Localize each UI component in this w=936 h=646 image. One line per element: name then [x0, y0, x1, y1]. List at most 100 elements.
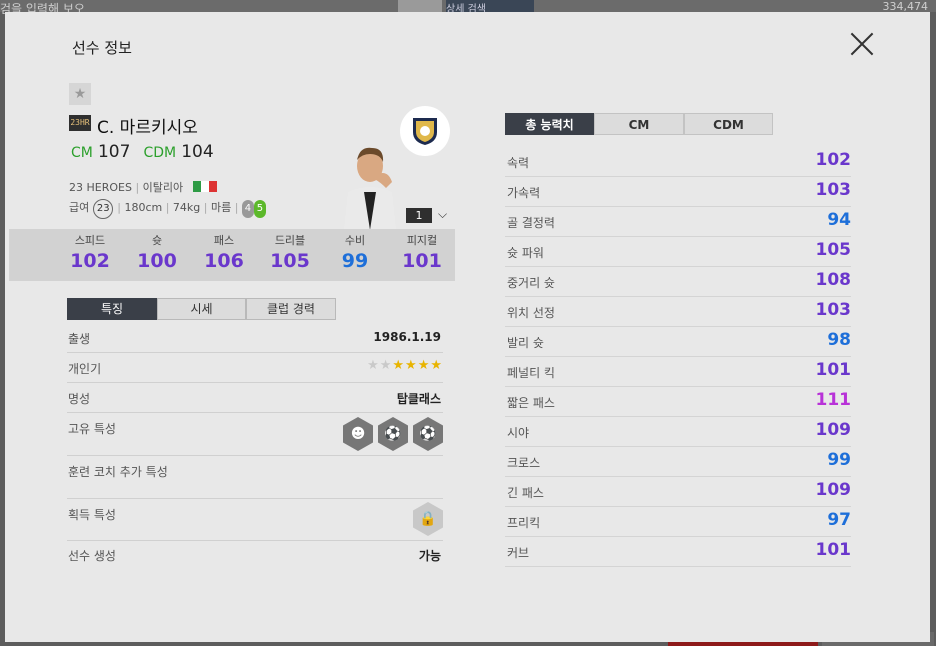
info-value: 가능	[418, 549, 441, 563]
star-icon: ★	[405, 358, 418, 373]
stat-label: 크로스	[507, 456, 541, 470]
player-name: C. 마르키시오	[97, 118, 198, 138]
lock-icon: 🔒	[413, 502, 443, 536]
summary-stat: 피지컬 101	[387, 232, 457, 272]
stat-value: 108	[815, 270, 852, 290]
shield-icon	[413, 118, 437, 145]
body-type: 마름	[210, 201, 232, 214]
stat-label: 위치 선정	[507, 306, 555, 320]
tie-ball-icon[interactable]: ⚽	[413, 417, 443, 451]
summary-stat-label: 드리블	[274, 234, 306, 247]
summary-stat: 수비 99	[320, 232, 390, 272]
stat-value: 109	[815, 420, 852, 440]
info-label: 개인기	[68, 362, 102, 376]
height: 180cm	[124, 201, 163, 214]
stat-label: 골 결정력	[507, 216, 555, 230]
stat-label: 발리 슛	[507, 336, 544, 350]
info-label: 획득 특성	[68, 508, 116, 522]
stat-label: 프리킥	[507, 516, 541, 530]
weight: 74kg	[172, 201, 201, 214]
tab-traits[interactable]: 특징	[67, 298, 157, 320]
stat-row: 프리킥 97	[505, 507, 851, 537]
strong-foot-rating: 5	[253, 200, 266, 218]
stat-row: 페널티 킥 101	[505, 357, 851, 387]
stat-row: 짧은 패스 111	[505, 387, 851, 417]
info-label: 명성	[68, 392, 91, 406]
position-ovr: 107	[97, 142, 131, 162]
background-detail-search[interactable]: 상세 검색	[446, 0, 534, 15]
summary-stat-label: 슛	[151, 234, 163, 247]
player-season-nation: 23 HEROES | 이탈리아	[69, 179, 217, 195]
stat-label: 커브	[507, 546, 530, 560]
position-ovr: 104	[181, 142, 214, 162]
stat-label: 긴 패스	[507, 486, 544, 500]
info-row-reputation: 명성 탑클래스	[67, 383, 443, 413]
summary-stat: 스피드 102	[55, 232, 125, 272]
star-icon: ★	[392, 358, 406, 373]
stat-label: 짧은 패스	[507, 396, 555, 410]
enhance-level[interactable]: 1	[406, 208, 432, 223]
tab-cm[interactable]: CM	[594, 113, 684, 135]
summary-stat-value: 105	[270, 250, 310, 272]
info-value: 1986.1.19	[373, 330, 441, 344]
player-photo	[344, 147, 396, 230]
player-info-modal: 선수 정보 ★ 23HR C. 마르키시오 CM 107 CDM 104 23 …	[5, 12, 930, 642]
tab-total-stats[interactable]: 총 능력치	[505, 113, 594, 135]
stat-row: 긴 패스 109	[505, 477, 851, 507]
tab-cdm[interactable]: CDM	[684, 113, 773, 135]
modal-title: 선수 정보	[72, 39, 132, 57]
stat-value: 103	[815, 300, 852, 320]
summary-stat-label: 수비	[344, 234, 366, 247]
tab-price[interactable]: 시세	[157, 298, 246, 320]
summary-stat-value: 99	[341, 250, 369, 272]
stat-label: 중거리 슛	[507, 276, 555, 290]
stat-row: 커브 101	[505, 537, 851, 567]
summary-stat-value: 102	[70, 250, 110, 272]
chevron-down-icon[interactable]: ⌵	[438, 207, 447, 222]
star-icon: ★	[379, 358, 393, 373]
club-logo	[400, 106, 450, 156]
stat-value: 103	[815, 180, 852, 200]
season-badge: 23HR	[69, 115, 91, 131]
position-ratings: CM 107 CDM 104	[71, 142, 222, 162]
close-icon[interactable]	[850, 32, 874, 56]
stat-value: 101	[815, 540, 852, 560]
background-search-button[interactable]	[398, 0, 442, 12]
stat-row: 중거리 슛 108	[505, 267, 851, 297]
stat-value: 99	[827, 450, 851, 470]
stat-row: 슛 파워 105	[505, 237, 851, 267]
stat-label: 속력	[507, 156, 530, 170]
pay-label: 급여	[69, 201, 90, 214]
stat-row: 가속력 103	[505, 177, 851, 207]
tab-club-history[interactable]: 클럽 경력	[246, 298, 336, 320]
summary-stat-value: 106	[204, 250, 244, 272]
summary-stat-value: 101	[402, 250, 442, 272]
italy-flag-icon	[192, 181, 217, 192]
head-silhouette-icon[interactable]: ☻	[343, 417, 373, 451]
star-icon: ★	[367, 358, 380, 373]
tie-ball-icon[interactable]: ⚽	[378, 417, 408, 451]
info-row-birth: 출생 1986.1.19	[67, 326, 443, 353]
info-label: 선수 생성	[68, 549, 116, 563]
skill-stars: ★★★★★★	[367, 358, 443, 373]
summary-stat: 드리블 105	[255, 232, 325, 272]
stat-label: 슛 파워	[507, 246, 544, 260]
stat-value: 101	[815, 360, 852, 380]
star-icon: ★	[430, 358, 443, 373]
summary-stat: 패스 106	[189, 232, 259, 272]
stat-value: 97	[827, 510, 851, 530]
summary-stat: 슛 100	[122, 232, 192, 272]
stat-value: 102	[815, 150, 852, 170]
season-name: 23 HEROES	[69, 181, 132, 194]
favorite-star-icon[interactable]: ★	[69, 83, 91, 105]
info-row-traits: 고유 특성 ☻ ⚽ ⚽	[67, 413, 443, 456]
nation-name: 이탈리아	[142, 181, 184, 194]
stat-row: 발리 슛 98	[505, 327, 851, 357]
player-physical-info: 급여 23 | 180cm | 74kg | 마름 | 45	[69, 199, 266, 219]
stat-value: 111	[815, 390, 852, 410]
stat-label: 시야	[507, 426, 530, 440]
stat-label: 페널티 킥	[507, 366, 555, 380]
info-label: 출생	[68, 332, 91, 346]
info-row-create: 선수 생성 가능	[67, 541, 443, 571]
position-label: CM	[71, 145, 93, 161]
